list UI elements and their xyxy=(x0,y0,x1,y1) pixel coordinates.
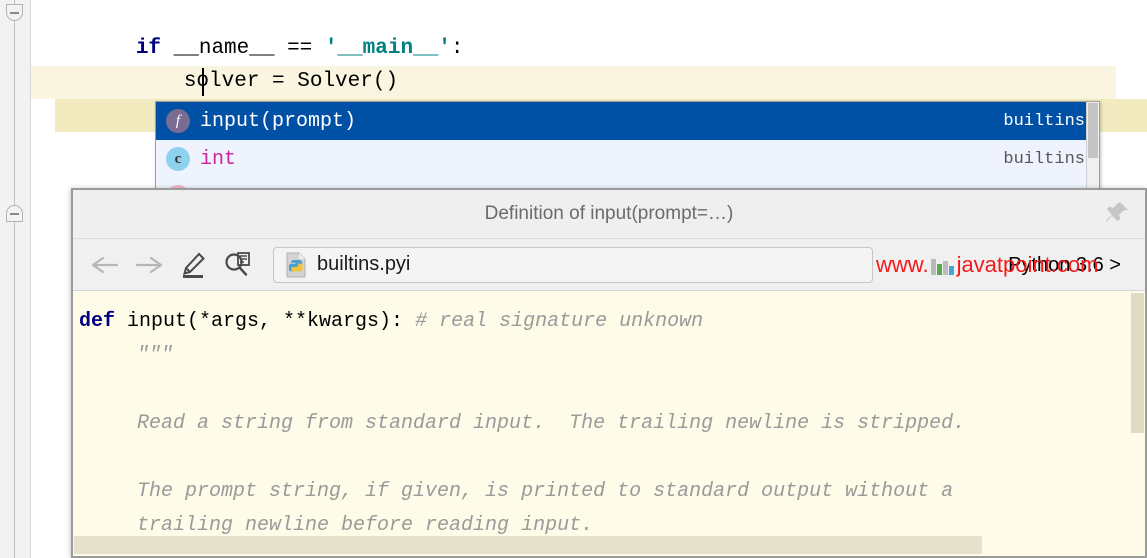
pycharm-editor-screen: if __name__ == '__main__': solver = Solv… xyxy=(0,0,1147,558)
class-icon: c xyxy=(166,147,190,171)
completion-item-package: builtins xyxy=(1003,111,1085,131)
file-path-field[interactable]: builtins.pyi xyxy=(273,246,873,283)
doc-signature-comment: # real signature unknown xyxy=(415,310,704,333)
code-line-1[interactable]: if __name__ == '__main__': xyxy=(35,0,464,60)
find-usages-icon[interactable] xyxy=(215,245,259,285)
completion-item-label: int xyxy=(200,147,237,171)
popup-toolbar[interactable]: builtins.pyi Python 3.6 > xyxy=(73,239,1145,291)
completion-item-package: builtins xyxy=(1003,149,1085,169)
doc-keyword-def: def xyxy=(79,310,116,333)
editor-gutter[interactable] xyxy=(0,0,31,558)
definition-horizontal-scrollbar-thumb[interactable] xyxy=(74,536,982,554)
arrow-right-icon[interactable] xyxy=(127,245,171,285)
token-colon: : xyxy=(450,37,464,60)
fold-marker-region[interactable] xyxy=(6,205,23,222)
completion-item-input[interactable]: f input(prompt) builtins xyxy=(156,102,1099,140)
file-name-label: builtins.pyi xyxy=(317,253,411,275)
doc-docstring-open: """ xyxy=(137,344,174,367)
text-caret xyxy=(202,68,204,96)
arrow-left-icon[interactable] xyxy=(83,245,127,285)
definition-body[interactable]: def input(*args, **kwargs): # real signa… xyxy=(73,291,1145,556)
code-line-2[interactable]: solver = Solver() xyxy=(83,32,398,93)
fold-marker-if-block[interactable] xyxy=(6,4,23,21)
function-icon: f xyxy=(166,109,190,133)
definition-vertical-scrollbar-thumb[interactable] xyxy=(1131,293,1144,433)
fold-guide-line xyxy=(14,0,15,558)
code-completion-popup[interactable]: f input(prompt) builtins c int builtins … xyxy=(155,101,1100,196)
pushpin-icon[interactable] xyxy=(1101,196,1135,232)
definition-horizontal-scrollbar[interactable] xyxy=(73,534,1130,556)
doc-description-line-1: Read a string from standard input. The t… xyxy=(137,412,966,435)
interpreter-label[interactable]: Python 3.6 > xyxy=(1008,239,1121,291)
code-line-3[interactable]: a = int(in xyxy=(83,65,310,126)
completion-item-label: input(prompt) xyxy=(200,109,357,133)
doc-description-line-2: The prompt string, if given, is printed … xyxy=(137,480,954,503)
completion-scrollbar-thumb[interactable] xyxy=(1088,103,1098,158)
doc-signature: input(*args, **kwargs): xyxy=(115,310,416,333)
completion-scrollbar[interactable] xyxy=(1086,102,1099,195)
definition-vertical-scrollbar[interactable] xyxy=(1130,291,1145,534)
definition-source-code: def input(*args, **kwargs): # real signa… xyxy=(73,291,1129,537)
quick-definition-popup[interactable]: Definition of input(prompt=…) builtins.p… xyxy=(71,188,1147,558)
python-file-icon xyxy=(284,252,308,278)
popup-title: Definition of input(prompt=…) xyxy=(484,203,734,224)
completion-item-int[interactable]: c int builtins xyxy=(156,140,1099,178)
pencil-edit-icon[interactable] xyxy=(171,245,215,285)
popup-title-bar: Definition of input(prompt=…) xyxy=(73,190,1145,239)
